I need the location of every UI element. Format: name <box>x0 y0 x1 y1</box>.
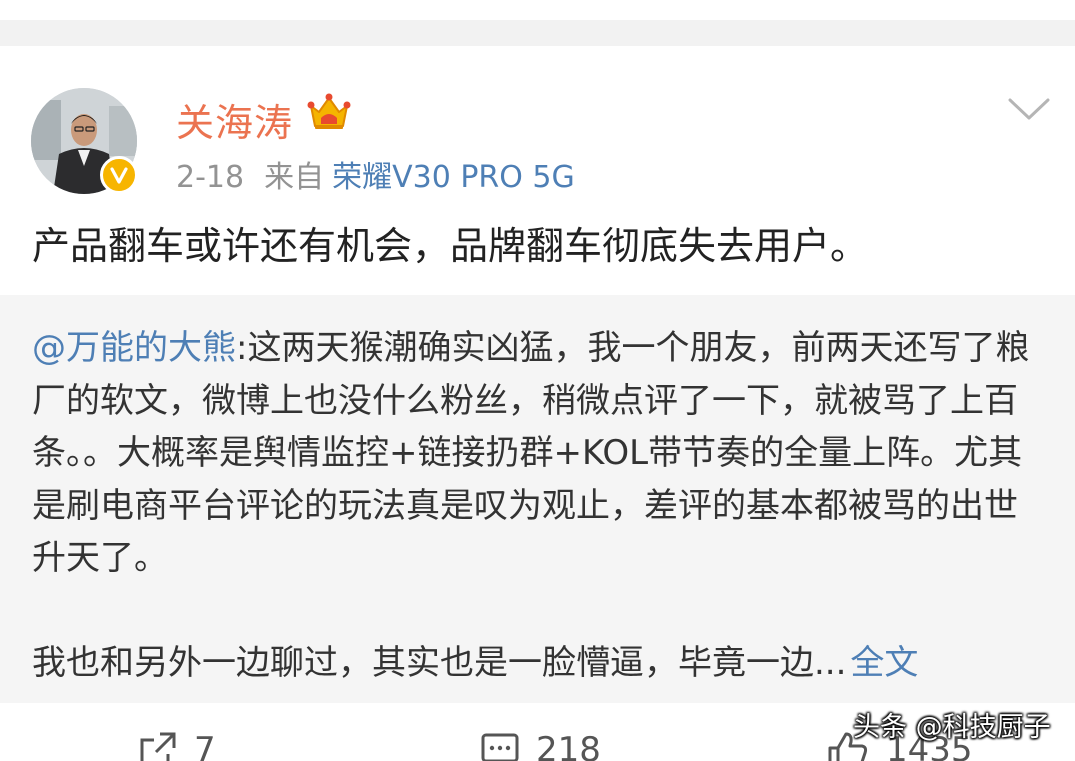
verified-check-icon <box>110 167 128 184</box>
crown-icon[interactable] <box>307 92 351 132</box>
comment-count: 218 <box>536 730 601 761</box>
repost-content: @万能的大熊:这两天猴潮确实凶猛，我一个朋友，前两天还写了粮厂的软文，微博上也没… <box>32 322 1042 690</box>
comment-button[interactable]: 218 <box>480 730 601 761</box>
post-date: 2-18 <box>176 160 245 195</box>
share-button[interactable]: 7 <box>138 730 216 761</box>
repost-paragraph: @万能的大熊:这两天猴潮确实凶猛，我一个朋友，前两天还写了粮厂的软文，微博上也没… <box>32 322 1042 585</box>
share-icon <box>140 732 176 761</box>
comment-icon <box>481 733 519 761</box>
weibo-post-screen: 关海涛 2-18 来自 荣耀V30 PRO 5G 产品翻车或许还有机会，品牌翻车彻底… <box>0 0 1075 761</box>
watermark: 头条 @科技厨子 <box>853 712 1051 743</box>
share-count: 7 <box>194 730 216 761</box>
separator-band <box>0 20 1075 46</box>
author-name[interactable]: 关海涛 <box>176 92 293 147</box>
source-label: 来自 <box>264 160 325 195</box>
full-text-link[interactable]: 全文 <box>850 643 918 683</box>
device-link[interactable]: 荣耀V30 PRO 5G <box>332 160 575 195</box>
verified-badge-icon <box>100 156 138 194</box>
chevron-down-icon[interactable] <box>1006 94 1052 124</box>
previous-item-edge <box>0 0 1075 46</box>
post-meta: 2-18 来自 荣耀V30 PRO 5G <box>176 152 575 196</box>
mention-link[interactable]: @万能的大熊 <box>32 328 236 368</box>
repost-body-2: 我也和另外一边聊过，其实也是一脸懵逼，毕竟一边... <box>32 643 847 683</box>
repost-paragraph-2: 我也和另外一边聊过，其实也是一脸懵逼，毕竟一边... 全文 <box>32 637 1042 690</box>
post-text: 产品翻车或许还有机会，品牌翻车彻底失去用户。 <box>32 224 869 268</box>
